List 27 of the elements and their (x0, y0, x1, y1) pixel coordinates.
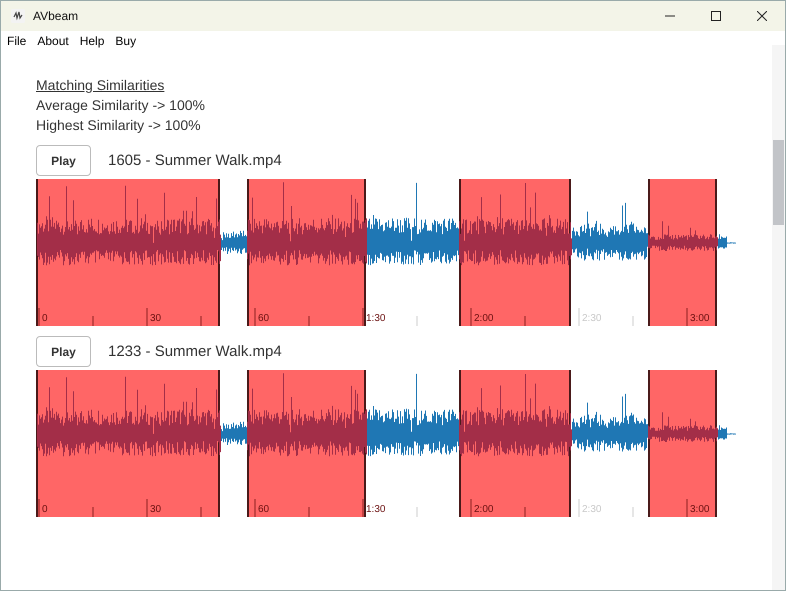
time-label: 3:00 (690, 313, 710, 324)
menu-item[interactable]: Help (80, 34, 104, 50)
time-label: 30 (150, 504, 162, 515)
summary-heading: Matching Similarities (36, 76, 164, 95)
time-label: 1:30 (366, 504, 386, 515)
summary-line: Average Similarity -> 100% (36, 96, 205, 115)
file-name: 1605 - Summer Walk.mp4 (108, 152, 282, 169)
scrollbar[interactable] (772, 45, 785, 590)
play-button[interactable]: Play (36, 336, 91, 367)
time-label: 30 (150, 313, 162, 324)
summary-line: Highest Similarity -> 100% (36, 116, 201, 135)
play-button[interactable]: Play (36, 145, 91, 176)
time-label: 0 (42, 504, 48, 515)
time-label: 60 (258, 313, 270, 324)
scrollbar-thumb[interactable] (773, 140, 784, 225)
window-title: AVbeam (33, 9, 78, 23)
time-label: 60 (258, 504, 270, 515)
time-label: 2:00 (474, 504, 494, 515)
app-icon (11, 9, 25, 23)
time-label: 3:00 (690, 504, 710, 515)
menu-item[interactable]: File (7, 34, 26, 50)
time-label: 0 (42, 313, 48, 324)
menu-item[interactable]: Buy (115, 34, 136, 50)
time-label: 1:30 (366, 313, 386, 324)
file-name: 1233 - Summer Walk.mp4 (108, 343, 282, 360)
time-label: 2:00 (474, 313, 494, 324)
menu-item[interactable]: About (37, 34, 69, 50)
